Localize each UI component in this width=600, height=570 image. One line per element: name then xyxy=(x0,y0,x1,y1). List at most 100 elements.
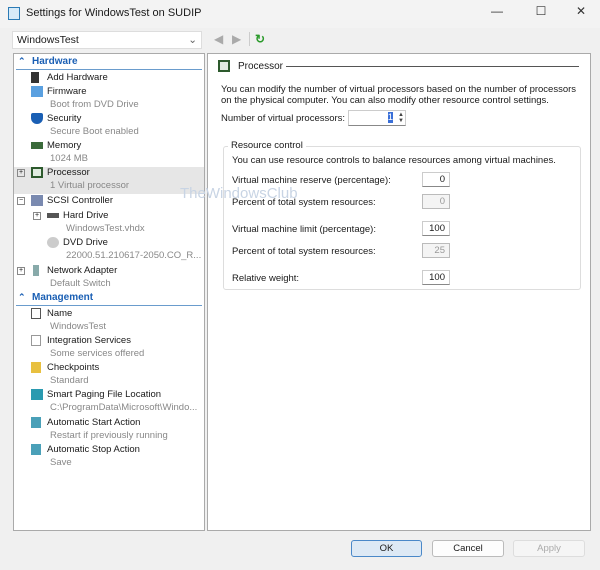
item-label: Integration Services xyxy=(47,335,131,346)
dvd-icon xyxy=(47,237,59,248)
start-action-icon xyxy=(31,417,41,428)
item-sub: Boot from DVD Drive xyxy=(50,99,139,110)
tree-item-automatic-start-action[interactable]: Automatic Start Action Restart if previou… xyxy=(14,417,204,444)
management-section-header[interactable]: ⌃ Management xyxy=(16,292,202,306)
weight-input[interactable]: 100 xyxy=(422,270,450,285)
forward-button[interactable]: ▶ xyxy=(232,32,241,46)
item-sub: Default Switch xyxy=(50,278,111,289)
tree-item-integration-services[interactable]: Integration Services Some services offere… xyxy=(14,335,204,362)
item-label: Processor xyxy=(47,167,90,178)
collapse-icon: ⌃ xyxy=(18,56,26,66)
ok-button[interactable]: OK xyxy=(351,540,422,557)
vm-selector-value: WindowsTest xyxy=(17,34,79,46)
stop-action-icon xyxy=(31,444,41,455)
integration-services-icon xyxy=(31,335,41,346)
hard-drive-icon xyxy=(47,213,59,218)
item-sub: WindowsTest.vhdx xyxy=(66,223,145,234)
tree-item-smart-paging[interactable]: Smart Paging File Location C:\ProgramData… xyxy=(14,389,204,416)
item-label: SCSI Controller xyxy=(47,195,113,206)
item-label: Name xyxy=(47,308,73,319)
processor-settings-panel: Processor You can modify the number of v… xyxy=(207,53,591,531)
processor-description: You can modify the number of virtual pro… xyxy=(221,84,577,106)
heading-rule xyxy=(286,66,579,67)
collapse-icon[interactable]: − xyxy=(17,197,25,205)
add-hardware-icon xyxy=(31,72,39,83)
item-sub: Restart if previously running xyxy=(50,430,168,441)
limit-input[interactable]: 100 xyxy=(422,221,450,236)
hardware-section-header[interactable]: ⌃ Hardware xyxy=(16,56,202,70)
expand-icon[interactable]: + xyxy=(33,212,41,220)
item-label: Security xyxy=(47,113,82,124)
resource-control-group xyxy=(223,146,581,290)
processor-icon xyxy=(218,60,230,72)
divider xyxy=(249,32,250,46)
num-processors-stepper[interactable]: 1 ▲ ▼ xyxy=(348,110,406,126)
item-label: Smart Paging File Location xyxy=(47,389,162,400)
expand-icon[interactable]: + xyxy=(17,267,25,275)
item-label: Automatic Stop Action xyxy=(47,444,140,455)
item-sub: Some services offered xyxy=(50,348,145,359)
reserve-input[interactable]: 0 xyxy=(422,172,450,187)
checkpoints-icon xyxy=(31,362,41,373)
item-label: Checkpoints xyxy=(47,362,100,373)
back-button[interactable]: ◀ xyxy=(214,32,223,46)
expand-icon[interactable]: + xyxy=(17,169,25,177)
item-sub: 1024 MB xyxy=(50,153,89,164)
cancel-button[interactable]: Cancel xyxy=(432,540,504,557)
item-label: Add Hardware xyxy=(47,72,108,83)
shield-icon xyxy=(31,113,43,124)
tree-item-hard-drive[interactable]: + Hard Drive WindowsTest.vhdx xyxy=(14,210,204,237)
item-sub: C:\ProgramData\Microsoft\Windo... xyxy=(50,402,198,413)
collapse-icon: ⌃ xyxy=(18,292,26,302)
tree-item-checkpoints[interactable]: Checkpoints Standard xyxy=(14,362,204,389)
tree-item-firmware[interactable]: Firmware Boot from DVD Drive xyxy=(14,86,204,113)
smart-paging-icon xyxy=(31,389,43,400)
management-label: Management xyxy=(32,292,94,303)
maximize-button[interactable]: ☐ xyxy=(526,4,556,22)
settings-tree: ⌃ Hardware Add Hardware Firmware Boot from… xyxy=(13,53,205,531)
watermark: TheWindowsClub xyxy=(180,185,298,202)
memory-icon xyxy=(31,142,43,149)
title-bar: Settings for WindowsTest on SUDIP — ☐ ✕ xyxy=(0,0,600,28)
limit-percent-label: Percent of total system resources: xyxy=(232,246,376,257)
scsi-icon xyxy=(31,195,43,206)
minimize-button[interactable]: — xyxy=(482,4,512,22)
panel-heading: Processor xyxy=(238,61,284,72)
limit-label: Virtual machine limit (percentage): xyxy=(232,224,376,235)
tree-item-name[interactable]: Name WindowsTest xyxy=(14,308,204,335)
weight-label: Relative weight: xyxy=(232,273,300,284)
item-sub: 1 Virtual processor xyxy=(50,180,130,191)
reserve-percent-value: 0 xyxy=(422,194,450,209)
tree-item-security[interactable]: Security Secure Boot enabled xyxy=(14,113,204,140)
tree-item-memory[interactable]: Memory 1024 MB xyxy=(14,140,204,167)
refresh-button[interactable]: ↻ xyxy=(255,32,265,46)
spin-arrows-icon[interactable]: ▲ ▼ xyxy=(398,112,404,124)
hardware-label: Hardware xyxy=(32,56,78,67)
item-sub: Save xyxy=(50,457,72,468)
item-label: Automatic Start Action xyxy=(47,417,141,428)
tree-item-dvd-drive[interactable]: DVD Drive 22000.51.210617-2050.CO_R... xyxy=(14,237,204,264)
network-icon xyxy=(33,265,39,276)
apply-button[interactable]: Apply xyxy=(513,540,585,557)
firmware-icon xyxy=(31,86,43,97)
close-button[interactable]: ✕ xyxy=(566,4,596,22)
resource-description: You can use resource controls to balance… xyxy=(232,155,556,166)
item-sub: 22000.51.210617-2050.CO_R... xyxy=(66,250,202,261)
item-sub: Standard xyxy=(50,375,89,386)
tree-item-processor[interactable]: + Processor 1 Virtual processor xyxy=(14,167,204,194)
item-label: Firmware xyxy=(47,86,87,97)
processor-icon xyxy=(31,167,43,178)
tree-item-network-adapter[interactable]: + Network Adapter Default Switch xyxy=(14,265,204,292)
tree-item-automatic-stop-action[interactable]: Automatic Stop Action Save xyxy=(14,444,204,471)
limit-percent-value: 25 xyxy=(422,243,450,258)
item-label: Memory xyxy=(47,140,82,151)
item-sub: Secure Boot enabled xyxy=(50,126,139,137)
name-icon xyxy=(31,308,41,319)
vm-selector[interactable]: WindowsTest ⌄ xyxy=(12,31,202,49)
item-label: DVD Drive xyxy=(63,237,108,248)
item-label: Network Adapter xyxy=(47,265,118,276)
window-title: Settings for WindowsTest on SUDIP xyxy=(26,7,202,19)
item-sub: WindowsTest xyxy=(50,321,106,332)
item-label: Hard Drive xyxy=(63,210,109,221)
num-processors-value: 1 xyxy=(387,112,393,123)
